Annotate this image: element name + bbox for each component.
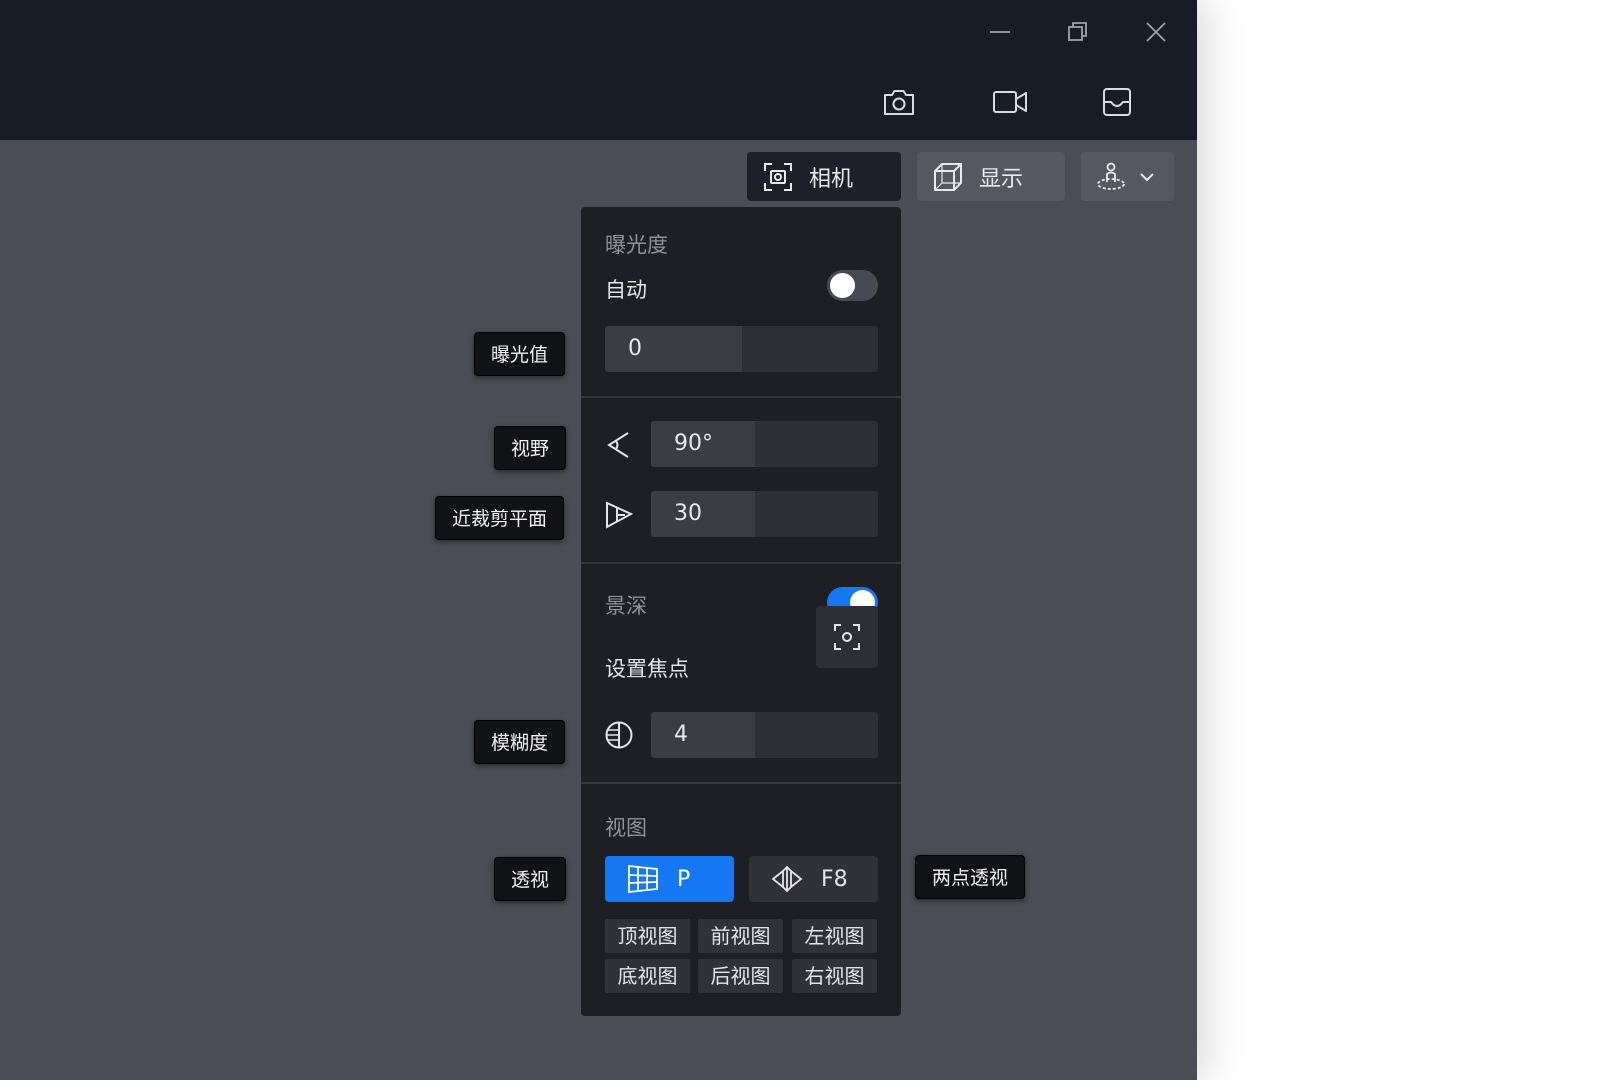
blur-value: 4 xyxy=(674,722,688,747)
slider-fill xyxy=(651,712,756,758)
clip-plane-icon xyxy=(604,500,634,530)
perspective-grid-icon xyxy=(627,864,659,894)
exposure-auto-label: 自动 xyxy=(605,278,647,302)
title-bar xyxy=(0,0,1197,140)
depth-of-field-title: 景深 xyxy=(605,594,647,618)
near-clip-plane-value: 30 xyxy=(674,501,702,526)
field-of-view-slider[interactable]: 90° xyxy=(651,421,878,467)
close-icon xyxy=(1146,22,1166,42)
exposure-value-text: 0 xyxy=(628,336,642,361)
near-clip-plane-slider[interactable]: 30 xyxy=(651,491,878,537)
wireframe-cube-icon xyxy=(933,162,963,192)
camera-settings-panel: 曝光度 自动 0 90° 30 景深 设置焦点 4 视图 P F8 顶视图 前视… xyxy=(581,207,901,1016)
perspective-button[interactable]: P xyxy=(605,856,734,902)
back-view-button[interactable]: 后视图 xyxy=(698,959,783,993)
bottom-view-button[interactable]: 底视图 xyxy=(605,959,690,993)
tooltip-perspective: 透视 xyxy=(494,857,567,901)
two-point-perspective-icon xyxy=(771,865,803,893)
view-section-title: 视图 xyxy=(605,816,647,840)
set-focus-button[interactable] xyxy=(816,606,878,668)
slider-fill xyxy=(605,326,742,372)
tooltip-two-point-perspective: 两点透视 xyxy=(915,855,1026,899)
tab-camera[interactable]: 相机 xyxy=(747,152,901,201)
tray-button[interactable] xyxy=(1097,82,1137,122)
exposure-value-slider[interactable]: 0 xyxy=(605,326,878,372)
navigation-mode-dropdown[interactable] xyxy=(1081,152,1174,201)
restore-button[interactable] xyxy=(1060,14,1096,50)
minimize-button[interactable] xyxy=(982,14,1018,50)
record-button[interactable] xyxy=(990,82,1030,122)
toggle-knob xyxy=(830,273,855,298)
divider xyxy=(581,396,901,398)
field-of-view-value: 90° xyxy=(674,431,713,456)
divider xyxy=(581,782,901,784)
screenshot-button[interactable] xyxy=(879,82,919,122)
restore-icon xyxy=(1068,22,1087,41)
chevron-down-icon xyxy=(1139,172,1155,182)
right-view-button[interactable]: 右视图 xyxy=(792,959,877,993)
angle-icon xyxy=(604,430,634,460)
tab-camera-label: 相机 xyxy=(809,166,854,192)
walk-mode-icon xyxy=(1095,162,1127,192)
aperture-icon xyxy=(604,720,634,750)
video-camera-icon xyxy=(993,91,1027,113)
tooltip-near-clip-plane: 近裁剪平面 xyxy=(435,496,565,540)
left-view-button[interactable]: 左视图 xyxy=(792,919,877,953)
camera-icon xyxy=(884,90,914,115)
exposure-section-title: 曝光度 xyxy=(605,233,668,257)
divider xyxy=(581,562,901,564)
tooltip-field-of-view: 视野 xyxy=(494,426,567,470)
front-view-button[interactable]: 前视图 xyxy=(698,919,783,953)
inbox-tray-icon xyxy=(1103,88,1131,116)
close-button[interactable] xyxy=(1138,14,1174,50)
tab-display-label: 显示 xyxy=(979,166,1024,192)
tab-display[interactable]: 显示 xyxy=(917,152,1065,201)
tooltip-blur: 模糊度 xyxy=(474,720,566,764)
set-focus-label: 设置焦点 xyxy=(605,657,689,681)
blur-slider[interactable]: 4 xyxy=(651,712,878,758)
top-view-button[interactable]: 顶视图 xyxy=(605,919,690,953)
focus-frame-icon xyxy=(763,162,793,192)
perspective-label: P xyxy=(677,866,691,892)
app-window: 相机 显示 曝光度 自动 0 90° 30 景深 设置焦点 4 视图 P F8 … xyxy=(0,0,1197,1080)
slider-fill xyxy=(651,491,756,537)
two-point-perspective-label: F8 xyxy=(821,866,848,892)
two-point-perspective-button[interactable]: F8 xyxy=(749,856,878,902)
minimize-icon xyxy=(990,31,1010,33)
focus-target-icon xyxy=(834,624,860,650)
exposure-auto-toggle[interactable] xyxy=(827,270,878,301)
tooltip-exposure-value: 曝光值 xyxy=(474,332,566,376)
